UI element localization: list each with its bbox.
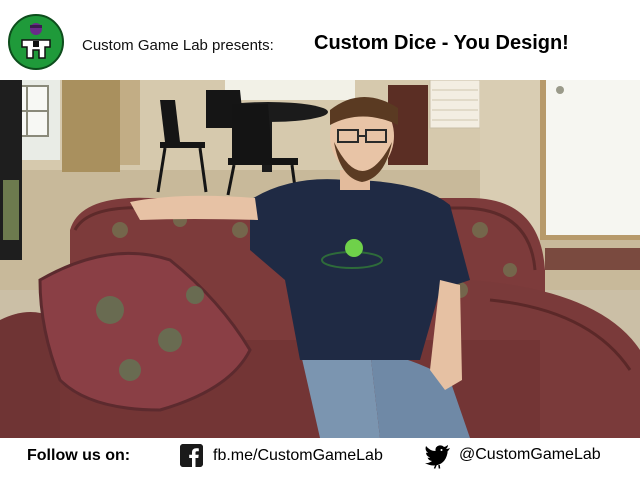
scene-illustration: [0, 80, 640, 438]
bird-icon[interactable]: [424, 443, 452, 469]
logo-icon: [8, 14, 64, 70]
video-title: Custom Dice - You Design!: [314, 32, 569, 54]
facebook-link[interactable]: fb.me/CustomGameLab: [213, 447, 383, 465]
presents-text: Custom Game Lab presents:: [82, 37, 274, 54]
facebook-icon[interactable]: [180, 444, 203, 467]
header-bar: Custom Game Lab presents: Custom Dice - …: [0, 0, 640, 80]
twitter-handle-link[interactable]: @CustomGameLab: [459, 446, 601, 464]
follow-label: Follow us on:: [27, 447, 131, 464]
video-frame: [0, 80, 640, 438]
